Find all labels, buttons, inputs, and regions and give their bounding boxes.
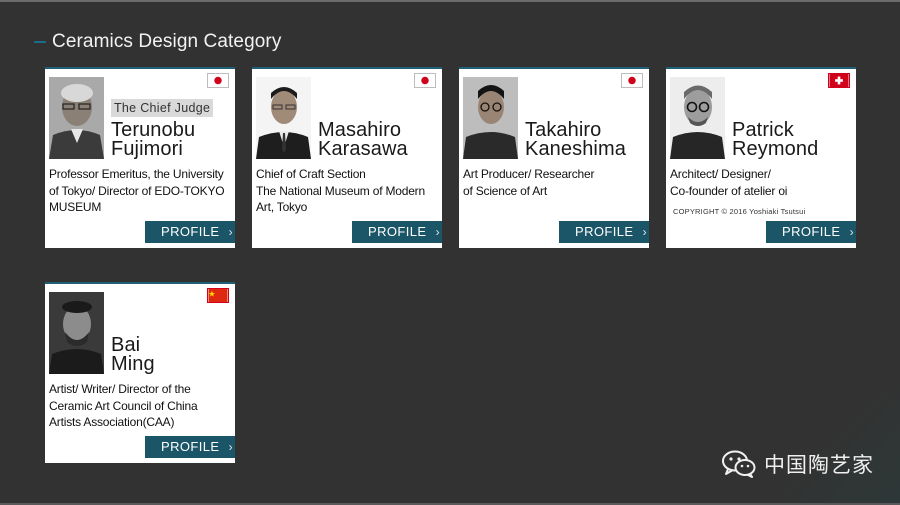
desc-line: Chief of Craft Section	[256, 167, 366, 181]
judge-card-bai-ming: Bai Ming Artist/ Writer/ Director of the…	[45, 282, 235, 463]
flag-china-icon	[207, 288, 229, 303]
desc-line: Artists Association(CAA)	[49, 415, 175, 429]
judge-name: Bai Ming	[111, 335, 155, 375]
desc-line: Professor Emeritus, the University	[49, 167, 224, 181]
desc-line: Art Producer/ Researcher	[463, 167, 595, 181]
portrait-image	[670, 77, 725, 159]
desc-line: The National Museum of Modern	[256, 183, 425, 198]
chevron-right-icon: ›	[642, 225, 647, 239]
desc-line: Art, Tokyo	[256, 200, 308, 214]
profile-button-label: PROFILE	[368, 224, 427, 239]
judge-last-name: Kaneshima	[525, 138, 626, 160]
background-decoration	[700, 385, 900, 505]
judge-card-reymond: Patrick Reymond Architect/ Designer/ Co-…	[666, 67, 856, 248]
title-dash-icon	[34, 41, 46, 43]
judge-photo	[49, 77, 104, 159]
profile-button-label: PROFILE	[161, 439, 220, 454]
portrait-image	[256, 77, 311, 159]
chevron-right-icon: ›	[435, 225, 440, 239]
judge-photo	[49, 292, 104, 374]
wechat-icon	[722, 450, 756, 478]
judge-description: Chief of Craft Section The National Muse…	[256, 166, 440, 216]
judge-card-kaneshima: Takahiro Kaneshima Art Producer/ Researc…	[459, 67, 649, 248]
judge-photo	[670, 77, 725, 159]
flag-japan-icon	[621, 73, 643, 88]
profile-button[interactable]: PROFILE ›	[145, 436, 235, 458]
top-edge	[0, 0, 900, 2]
profile-button-label: PROFILE	[575, 224, 634, 239]
judge-name: Terunobu Fujimori	[111, 120, 195, 160]
profile-button[interactable]: PROFILE ›	[352, 221, 442, 243]
desc-line: Co-founder of atelier oi	[670, 183, 788, 198]
judge-description: Artist/ Writer/ Director of the Ceramic …	[49, 381, 233, 431]
flag-switzerland-icon	[828, 73, 850, 88]
desc-line: Artist/ Writer/ Director of the	[49, 382, 191, 396]
desc-line: Architect/ Designer/	[670, 167, 771, 181]
judge-name: Takahiro Kaneshima	[525, 120, 626, 160]
flag-japan-icon	[414, 73, 436, 88]
profile-button[interactable]: PROFILE ›	[145, 221, 235, 243]
portrait-image	[49, 292, 104, 374]
desc-line: MUSEUM	[49, 200, 102, 214]
judge-photo	[256, 77, 311, 159]
profile-button[interactable]: PROFILE ›	[766, 221, 856, 243]
chevron-right-icon: ›	[228, 225, 233, 239]
judge-name: Masahiro Karasawa	[318, 120, 408, 160]
section-title: Ceramics Design Category	[34, 31, 281, 53]
profile-button[interactable]: PROFILE ›	[559, 221, 649, 243]
portrait-image	[463, 77, 518, 159]
flag-japan-icon	[207, 73, 229, 88]
desc-line: of Science of Art	[463, 183, 547, 198]
wechat-watermark: 中国陶艺家	[722, 449, 874, 479]
chevron-right-icon: ›	[849, 225, 854, 239]
judge-description: Professor Emeritus, the University of To…	[49, 166, 233, 216]
judge-last-name: Reymond	[732, 138, 819, 160]
judge-card-fujimori: The Chief Judge Terunobu Fujimori Profes…	[45, 67, 235, 248]
judge-name: Patrick Reymond	[732, 120, 819, 160]
desc-line: of Tokyo/ Director of EDO-TOKYO	[49, 183, 225, 198]
judge-last-name: Karasawa	[318, 138, 408, 160]
profile-button-label: PROFILE	[161, 224, 220, 239]
desc-line: Ceramic Art Council of China	[49, 398, 198, 413]
judge-last-name: Fujimori	[111, 138, 183, 160]
chevron-right-icon: ›	[228, 440, 233, 454]
section-title-text: Ceramics Design Category	[52, 31, 282, 52]
judge-card-karasawa: Masahiro Karasawa Chief of Craft Section…	[252, 67, 442, 248]
judge-description: Architect/ Designer/ Co-founder of ateli…	[670, 166, 854, 199]
judge-description: Art Producer/ Researcher of Science of A…	[463, 166, 647, 199]
photo-copyright: COPYRIGHT © 2016 Yoshiaki Tsutsui	[673, 207, 806, 216]
judge-last-name: Ming	[111, 353, 155, 375]
profile-button-label: PROFILE	[782, 224, 841, 239]
chief-judge-tag: The Chief Judge	[111, 99, 213, 117]
judge-photo	[463, 77, 518, 159]
portrait-image	[49, 77, 104, 159]
watermark-text: 中国陶艺家	[764, 453, 874, 477]
